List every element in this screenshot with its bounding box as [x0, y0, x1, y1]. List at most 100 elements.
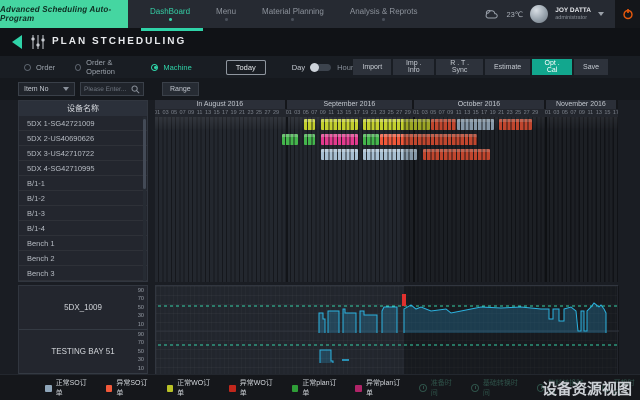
item-no-select[interactable]: Item No — [18, 82, 75, 96]
nav-item-label: Analysis & Reprots — [350, 7, 418, 16]
toggle-knob — [310, 63, 319, 72]
nav-item-dashboard[interactable]: DashBoard — [150, 7, 190, 21]
day-tick-label: 09 — [447, 110, 453, 116]
machine-list-panel: 设备名称 5DX 1-SG427210095DX 2-US406906265DX… — [18, 100, 148, 282]
r-t-sync-button[interactable]: R . T . Sync — [436, 59, 483, 75]
nav-item-material-planning[interactable]: Material Planning — [262, 7, 324, 21]
legend-swatch — [106, 385, 113, 392]
gantt-bar-so_abnormal[interactable] — [423, 149, 490, 160]
nav-item-analysis-reprots[interactable]: Analysis & Reprots — [350, 7, 418, 21]
toolbar: OrderOrder & OpertionMachine Today Day H… — [0, 56, 640, 78]
day-tick-label: 27 — [396, 110, 402, 116]
radio-machine[interactable]: Machine — [151, 63, 191, 72]
machine-row[interactable]: 5DX 3-US42710722 — [19, 146, 147, 161]
load-label-panel: 5DX_10099070503010TESTING BAY 5190705030… — [18, 285, 148, 375]
gantt-bar-so_abnormal[interactable] — [431, 119, 455, 130]
legend-item-正常plan订单: 正常plan订单 — [292, 378, 342, 398]
day-tick-label: 17 — [222, 110, 228, 116]
legend-label: 异常WO订单 — [240, 378, 278, 398]
gantt-bar-plan_normal[interactable] — [363, 134, 379, 145]
topbar-right: 23℃ JOY DATTA administrator — [484, 0, 640, 28]
day-tick-label: 03 — [163, 110, 169, 116]
day-tick-label: 11 — [456, 110, 462, 116]
machine-row[interactable]: Bench 3 — [19, 266, 147, 281]
load-row-testing-bay-51: TESTING BAY 519070503010 — [19, 330, 147, 374]
search-box — [80, 82, 144, 96]
machine-row[interactable]: B/1-2 — [19, 191, 147, 206]
gantt-bar-so_abnormal[interactable] — [380, 134, 477, 145]
legend-item-基础转换时间: 基础转换时间 — [471, 378, 522, 398]
nav-item-indicator-dot — [291, 18, 294, 21]
import-button[interactable]: Import — [353, 59, 391, 75]
day-tick-label: 29 — [273, 110, 279, 116]
machine-row[interactable]: B/1-1 — [19, 176, 147, 191]
day-tick-label: 15 — [345, 110, 351, 116]
day-tick-label: 09 — [188, 110, 194, 116]
month-boundary-line — [545, 117, 547, 282]
legend-label: 基础转换时间 — [483, 378, 523, 398]
day-tick-label: 15 — [473, 110, 479, 116]
user-info[interactable]: JOY DATTA administrator — [555, 7, 591, 21]
chevron-down-icon[interactable] — [598, 12, 604, 16]
gantt-bar-wo_normal[interactable] — [363, 119, 430, 130]
day-hour-toggle[interactable] — [311, 64, 331, 71]
legend-label: 异常plan订单 — [366, 378, 405, 398]
machine-row[interactable]: 5DX 2-US40690626 — [19, 131, 147, 146]
scrollbar-thumb[interactable] — [143, 119, 146, 189]
day-tick-label: 17 — [481, 110, 487, 116]
gantt-bar-so_abnormal[interactable] — [499, 119, 532, 130]
gantt-bar-wo_normal[interactable] — [304, 119, 316, 130]
radio-order-opertion[interactable]: Order & Opertion — [75, 58, 131, 76]
day-tick-label: 25 — [256, 110, 262, 116]
machine-row[interactable]: 5DX 4-SG42710995 — [19, 161, 147, 176]
gantt-bar-plan_normal[interactable] — [282, 134, 298, 145]
gantt-chart: In August 2016September 2016October 2016… — [155, 100, 618, 282]
day-tick-label: 17 — [613, 110, 618, 116]
nav-item-menu[interactable]: Menu — [216, 7, 236, 21]
back-button[interactable] — [12, 35, 22, 49]
today-button[interactable]: Today — [226, 60, 266, 75]
chevron-down-icon — [63, 87, 69, 91]
day-tick-label: 03 — [422, 110, 428, 116]
gantt-bar-so_normal[interactable] — [457, 119, 494, 130]
search-input[interactable] — [84, 86, 129, 93]
clock-icon — [419, 384, 427, 392]
day-tick-label: 21 — [371, 110, 377, 116]
axis-tick-label: 30 — [138, 356, 144, 364]
legend-label: 准备时间 — [431, 378, 457, 398]
radio-label: Machine — [163, 63, 191, 72]
day-tick-label: 03 — [553, 110, 559, 116]
machine-row[interactable]: 5DX 1-SG42721009 — [19, 116, 147, 131]
range-button[interactable]: Range — [162, 82, 199, 96]
machine-row[interactable]: Bench 1 — [19, 236, 147, 251]
radio-order[interactable]: Order — [24, 63, 55, 72]
machine-row[interactable]: B/1-3 — [19, 206, 147, 221]
legend-swatch — [292, 385, 299, 392]
legend-swatch — [45, 385, 52, 392]
legend-item-准备时间: 准备时间 — [419, 378, 457, 398]
legend-label: 正常plan订单 — [302, 378, 341, 398]
estimate-button[interactable]: Estimate — [485, 59, 530, 75]
day-tick-label: 29 — [532, 110, 538, 116]
day-tick-label: 21 — [239, 110, 245, 116]
month-header: In August 2016 — [155, 100, 287, 109]
app-root: Advanced Scheduling Auto-Program DashBoa… — [0, 0, 640, 400]
logout-power-button[interactable] — [615, 0, 640, 28]
gantt-bar-plan_normal[interactable] — [304, 134, 316, 145]
gantt-bar-wo_normal[interactable] — [321, 119, 358, 130]
save-button[interactable]: Save — [574, 59, 608, 75]
gantt-bar-so_normal[interactable] — [321, 149, 358, 160]
gantt-bar-plan_abnormal[interactable] — [321, 134, 358, 145]
avatar[interactable] — [530, 5, 548, 23]
search-icon[interactable] — [131, 85, 140, 94]
axis-tick-label: 70 — [138, 339, 144, 347]
machine-list-scrollbar[interactable] — [143, 117, 146, 281]
imp-info-button[interactable]: Imp . Info — [393, 59, 434, 75]
filter-bar: Item No Range — [0, 78, 640, 100]
nav-item-indicator-dot — [225, 18, 228, 21]
machine-row[interactable]: Bench 2 — [19, 251, 147, 266]
gantt-bar-so_normal[interactable] — [363, 149, 417, 160]
opt-cal-button[interactable]: Opt . Cal — [532, 59, 572, 75]
day-tick-label: 05 — [430, 110, 436, 116]
machine-row[interactable]: B/1-4 — [19, 221, 147, 236]
